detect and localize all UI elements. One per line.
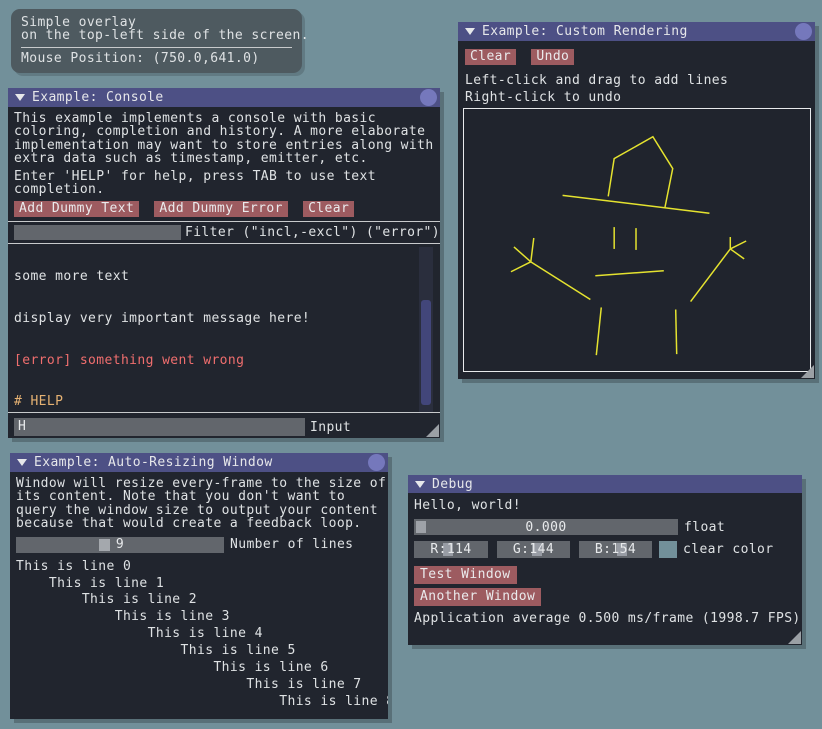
undo-button[interactable]: Undo [531, 49, 574, 65]
separator [8, 412, 440, 413]
window-custom-rendering: Example: Custom Rendering Clear Undo Lef… [458, 22, 815, 379]
float-slider-row: 0.000 float [414, 519, 796, 535]
window-console: Example: Console This example implements… [8, 88, 440, 438]
fps-stats-text: Application average 0.500 ms/frame (1998… [414, 612, 796, 625]
console-help-text: Enter 'HELP' for help, press TAB to use … [14, 170, 434, 197]
float-slider[interactable]: 0.000 [414, 519, 678, 535]
console-filter-row: Filter ("incl,-excl") ("error") [14, 225, 440, 240]
overlay-separator [21, 47, 292, 48]
number-of-lines-slider[interactable]: 9 [16, 537, 224, 553]
mouse-position-text: Mouse Position: (750.0,641.0) [21, 52, 292, 65]
color-drag-b-value: B:154 [579, 541, 652, 558]
debug-titlebar[interactable]: Debug [408, 475, 802, 493]
resize-grip[interactable] [788, 631, 801, 644]
command-input[interactable]: H [14, 418, 305, 436]
simple-overlay: Simple overlay on the top-left side of t… [11, 9, 302, 73]
collapse-arrow-icon[interactable] [415, 481, 425, 488]
float-slider-value: 0.000 [414, 519, 678, 535]
custom-rendering-hint1: Left-click and drag to add lines [465, 74, 815, 87]
custom-rendering-hint2: Right-click to undo [465, 91, 815, 104]
console-log-line: [error] something went wrong [14, 354, 440, 368]
auto-resizing-body-text: Window will resize every-frame to the si… [16, 477, 382, 531]
console-log-line: # HELP [14, 395, 440, 409]
window-auto-resizing: Example: Auto-Resizing Window Window wil… [10, 453, 388, 719]
console-log-lines: some more text display very important me… [8, 247, 440, 412]
color-drag-r-value: R:114 [414, 541, 488, 558]
console-log-line: some more text [14, 270, 440, 284]
close-icon[interactable] [368, 454, 385, 471]
color-drag-g-value: G:144 [497, 541, 570, 558]
clear-color-label: clear color [683, 542, 774, 557]
separator [8, 221, 440, 222]
console-input-row: H Input [14, 418, 440, 436]
collapse-arrow-icon[interactable] [15, 94, 25, 101]
console-button-row: Add Dummy Text Add Dummy Error Clear [14, 201, 434, 217]
another-window-button[interactable]: Another Window [414, 588, 541, 606]
command-input-label: Input [310, 420, 351, 435]
overlay-text-line2: on the top-left side of the screen. [21, 29, 292, 42]
clear-color-swatch[interactable] [659, 541, 677, 558]
slider-value: 9 [16, 537, 224, 553]
close-icon[interactable] [795, 23, 812, 40]
color-drag-r[interactable]: R:114 [414, 541, 488, 558]
resize-grip[interactable] [426, 424, 439, 437]
number-of-lines-row: 9 Number of lines [16, 537, 382, 553]
console-log-line: display very important message here! [14, 312, 440, 326]
desktop: Simple overlay on the top-left side of t… [0, 0, 822, 729]
auto-resizing-window-title: Example: Auto-Resizing Window [34, 455, 273, 470]
scrollbar[interactable] [419, 247, 433, 412]
add-dummy-text-button[interactable]: Add Dummy Text [14, 201, 139, 217]
scrollbar-thumb[interactable] [421, 300, 431, 405]
auto-resizing-titlebar[interactable]: Example: Auto-Resizing Window [10, 453, 388, 472]
separator [8, 243, 440, 244]
collapse-arrow-icon[interactable] [17, 459, 27, 466]
test-window-button[interactable]: Test Window [414, 566, 517, 584]
console-log-region[interactable]: some more text display very important me… [8, 247, 440, 412]
float-slider-label: float [684, 520, 725, 535]
console-window-title: Example: Console [32, 90, 164, 105]
color-drag-b[interactable]: B:154 [579, 541, 652, 558]
filter-label: Filter ("incl,-excl") ("error") [185, 225, 440, 240]
custom-rendering-titlebar[interactable]: Example: Custom Rendering [458, 22, 815, 41]
color-drag-g[interactable]: G:144 [497, 541, 570, 558]
console-intro-text: This example implements a console with b… [14, 112, 434, 166]
add-dummy-error-button[interactable]: Add Dummy Error [154, 201, 287, 217]
clear-color-row: R:114 G:144 B:154 clear color [414, 541, 796, 558]
auto-resizing-lines: This is line 0 This is line 1 This is li… [16, 559, 382, 711]
drawing-canvas[interactable] [463, 108, 811, 372]
overlay-text-line1: Simple overlay [21, 16, 292, 29]
window-debug: Debug Hello, world! 0.000 float R:114 G:… [408, 475, 802, 645]
number-of-lines-label: Number of lines [230, 537, 353, 552]
clear-button[interactable]: Clear [303, 201, 354, 217]
close-icon[interactable] [420, 89, 437, 106]
clear-button[interactable]: Clear [465, 49, 516, 65]
custom-rendering-button-row: Clear Undo [458, 41, 815, 65]
hello-world-text: Hello, world! [414, 499, 796, 512]
console-titlebar[interactable]: Example: Console [8, 88, 440, 107]
debug-window-title: Debug [432, 477, 473, 492]
filter-input[interactable] [14, 225, 181, 240]
collapse-arrow-icon[interactable] [465, 28, 475, 35]
resize-grip[interactable] [801, 365, 814, 378]
custom-rendering-window-title: Example: Custom Rendering [482, 24, 688, 39]
